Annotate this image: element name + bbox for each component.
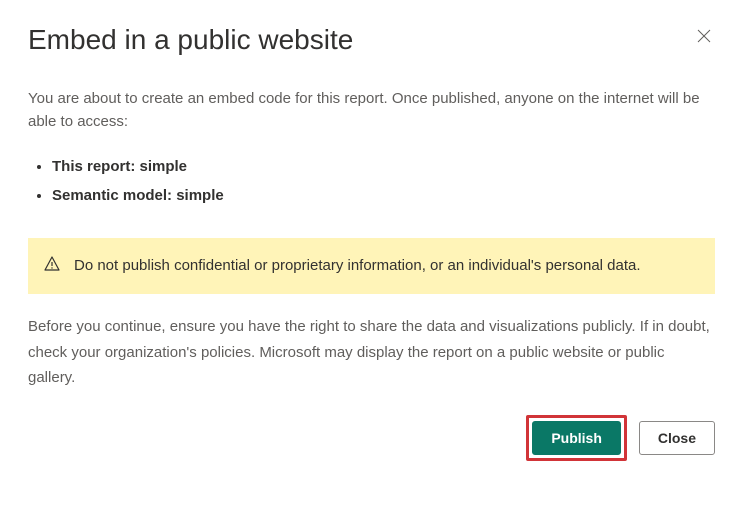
warning-icon xyxy=(44,256,60,272)
publish-button[interactable]: Publish xyxy=(532,421,621,455)
warning-text: Do not publish confidential or proprieta… xyxy=(74,257,641,274)
dialog-footer: Publish Close xyxy=(28,415,715,461)
publish-highlight: Publish xyxy=(526,415,627,461)
access-list: This report: simple Semantic model: simp… xyxy=(28,153,715,210)
close-icon[interactable] xyxy=(693,24,715,50)
dialog-title: Embed in a public website xyxy=(28,24,353,56)
warning-banner: Do not publish confidential or proprieta… xyxy=(28,238,715,294)
disclaimer-text: Before you continue, ensure you have the… xyxy=(28,314,715,391)
dialog-header: Embed in a public website xyxy=(28,24,715,56)
close-button[interactable]: Close xyxy=(639,421,715,455)
list-item: Semantic model: simple xyxy=(52,182,715,211)
list-item: This report: simple xyxy=(52,153,715,182)
intro-text: You are about to create an embed code fo… xyxy=(28,88,715,133)
